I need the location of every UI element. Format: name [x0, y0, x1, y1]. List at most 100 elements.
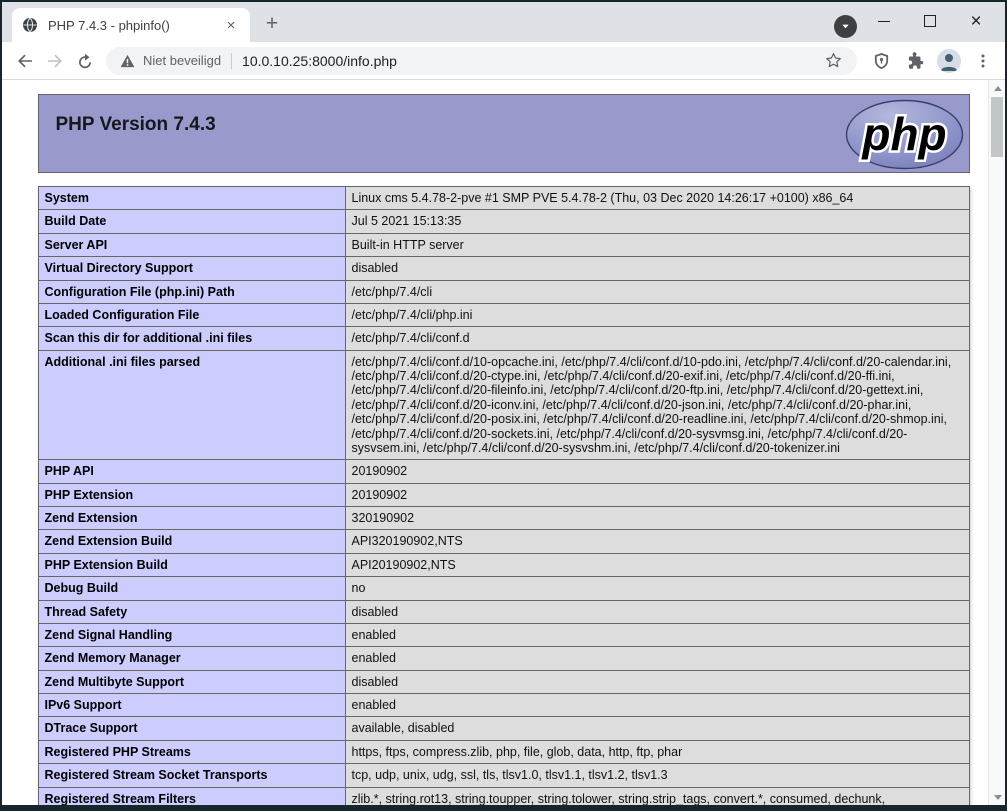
- warning-triangle-icon: [120, 54, 135, 68]
- row-value: disabled: [345, 670, 969, 693]
- row-value: enabled: [345, 694, 969, 717]
- scrollbar-thumb[interactable]: [991, 97, 1003, 157]
- table-row: Configuration File (php.ini) Path /etc/p…: [38, 280, 969, 303]
- star-icon: [825, 52, 842, 69]
- extensions-button[interactable]: [901, 47, 929, 75]
- table-row: Zend Memory Manager enabled: [38, 647, 969, 670]
- new-tab-button[interactable]: +: [258, 10, 286, 38]
- php-logo: php: [845, 99, 964, 175]
- shield-icon: [873, 52, 890, 70]
- row-label: Zend Extension: [38, 507, 345, 530]
- table-row: Registered PHP Streams https, ftps, comp…: [38, 740, 969, 763]
- forward-button[interactable]: [40, 46, 70, 76]
- phpinfo-page: PHP Version 7.4.3 php: [38, 80, 970, 805]
- globe-favicon-icon: [22, 17, 38, 33]
- row-value: zlib.*, string.rot13, string.toupper, st…: [345, 787, 969, 805]
- tab-close-icon[interactable]: ×: [222, 16, 240, 34]
- back-button[interactable]: [10, 46, 40, 76]
- back-arrow-icon: [16, 52, 34, 70]
- table-row: Server API Built-in HTTP server: [38, 233, 969, 256]
- security-label[interactable]: Niet beveiligd: [143, 53, 221, 68]
- row-value: disabled: [345, 257, 969, 280]
- row-value: tcp, udp, unix, udg, ssl, tls, tlsv1.0, …: [345, 764, 969, 787]
- tab-strip: PHP 7.4.3 - phpinfo() × + ×: [2, 2, 1005, 42]
- scroll-up-button[interactable]: [989, 80, 1005, 96]
- row-value: enabled: [345, 623, 969, 646]
- reload-button[interactable]: [70, 46, 100, 76]
- row-label: Additional .ini files parsed: [38, 350, 345, 460]
- browser-menu-button[interactable]: [969, 47, 997, 75]
- browser-tab[interactable]: PHP 7.4.3 - phpinfo() ×: [12, 8, 250, 42]
- row-label: Registered Stream Filters: [38, 787, 345, 805]
- browser-window-frame: PHP 7.4.3 - phpinfo() × + ×: [0, 0, 1007, 811]
- row-label: Loaded Configuration File: [38, 303, 345, 326]
- row-value: Jul 5 2021 15:13:35: [345, 210, 969, 233]
- row-value: /etc/php/7.4/cli: [345, 280, 969, 303]
- shield-extension-button[interactable]: [867, 47, 895, 75]
- row-label: DTrace Support: [38, 717, 345, 740]
- profile-button[interactable]: [935, 47, 963, 75]
- table-row: Scan this dir for additional .ini files …: [38, 327, 969, 350]
- row-label: Thread Safety: [38, 600, 345, 623]
- table-row: Zend Multibyte Support disabled: [38, 670, 969, 693]
- row-label: Registered Stream Socket Transports: [38, 764, 345, 787]
- row-value: Built-in HTTP server: [345, 233, 969, 256]
- address-bar[interactable]: Niet beveiligd 10.0.10.25:8000/info.php: [106, 47, 857, 75]
- row-value: /etc/php/7.4/cli/conf.d/10-opcache.ini, …: [345, 350, 969, 460]
- row-value: enabled: [345, 647, 969, 670]
- puzzle-icon: [907, 52, 924, 69]
- close-window-button[interactable]: ×: [953, 8, 999, 34]
- vertical-scrollbar[interactable]: [988, 80, 1005, 805]
- reload-icon: [76, 52, 94, 70]
- maximize-icon: [924, 15, 936, 27]
- row-value: API20190902,NTS: [345, 553, 969, 576]
- table-row: Zend Extension Build API320190902,NTS: [38, 530, 969, 553]
- kebab-menu-icon: [975, 53, 991, 69]
- row-label: Configuration File (php.ini) Path: [38, 280, 345, 303]
- row-label: Zend Memory Manager: [38, 647, 345, 670]
- table-row: System Linux cms 5.4.78-2-pve #1 SMP PVE…: [38, 187, 969, 210]
- php-logo-text: php: [860, 108, 946, 160]
- table-row: PHP Extension Build API20190902,NTS: [38, 553, 969, 576]
- table-row: Virtual Directory Support disabled: [38, 257, 969, 280]
- row-value: disabled: [345, 600, 969, 623]
- phpinfo-header: PHP Version 7.4.3 php: [38, 94, 970, 173]
- phpinfo-table: System Linux cms 5.4.78-2-pve #1 SMP PVE…: [38, 186, 970, 805]
- row-label: Build Date: [38, 210, 345, 233]
- row-label: Zend Extension Build: [38, 530, 345, 553]
- row-value: 20190902: [345, 483, 969, 506]
- row-label: Scan this dir for additional .ini files: [38, 327, 345, 350]
- row-value: no: [345, 577, 969, 600]
- table-row: Loaded Configuration File /etc/php/7.4/c…: [38, 303, 969, 326]
- row-label: PHP Extension: [38, 483, 345, 506]
- browser-window: PHP 7.4.3 - phpinfo() × + ×: [2, 2, 1005, 805]
- row-value: API320190902,NTS: [345, 530, 969, 553]
- row-value: /etc/php/7.4/cli/php.ini: [345, 303, 969, 326]
- minimize-button[interactable]: [861, 8, 907, 34]
- row-label: Debug Build: [38, 577, 345, 600]
- row-label: Zend Multibyte Support: [38, 670, 345, 693]
- table-row: PHP Extension 20190902: [38, 483, 969, 506]
- row-value: https, ftps, compress.zlib, php, file, g…: [345, 740, 969, 763]
- row-value: /etc/php/7.4/cli/conf.d: [345, 327, 969, 350]
- minimize-icon: [878, 21, 890, 22]
- bookmark-button[interactable]: [819, 47, 847, 75]
- row-label: PHP Extension Build: [38, 553, 345, 576]
- row-label: Virtual Directory Support: [38, 257, 345, 280]
- browser-toolbar: Niet beveiligd 10.0.10.25:8000/info.php: [2, 42, 1005, 80]
- table-row: Thread Safety disabled: [38, 600, 969, 623]
- url-text[interactable]: 10.0.10.25:8000/info.php: [242, 53, 819, 69]
- media-controls-button[interactable]: [834, 15, 857, 38]
- table-row: Debug Build no: [38, 577, 969, 600]
- table-row: Zend Extension 320190902: [38, 507, 969, 530]
- row-value: Linux cms 5.4.78-2-pve #1 SMP PVE 5.4.78…: [345, 187, 969, 210]
- table-row: DTrace Support available, disabled: [38, 717, 969, 740]
- table-row: Zend Signal Handling enabled: [38, 623, 969, 646]
- maximize-button[interactable]: [907, 8, 953, 34]
- row-label: Server API: [38, 233, 345, 256]
- table-row: Registered Stream Socket Transports tcp,…: [38, 764, 969, 787]
- scroll-down-button[interactable]: [989, 789, 1005, 805]
- row-value: 20190902: [345, 460, 969, 483]
- row-value: available, disabled: [345, 717, 969, 740]
- scroll-down-icon: [994, 795, 1002, 800]
